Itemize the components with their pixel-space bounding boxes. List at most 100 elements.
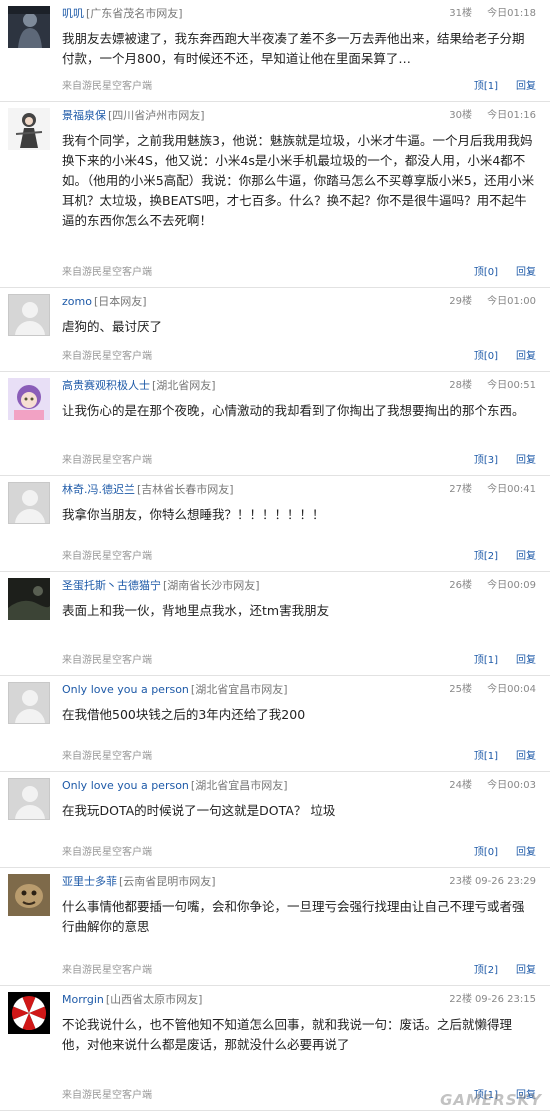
comment-footer: 来自游民星空客户端 顶[1] 回复 [62, 652, 536, 670]
avatar-image [8, 874, 50, 916]
comment-footer: 来自游民星空客户端 顶[2] 回复 [62, 548, 536, 566]
comment-time: 今日01:16 [487, 110, 536, 121]
avatar[interactable] [8, 294, 50, 336]
floor-number: 24楼 [449, 780, 472, 791]
floor-number: 25楼 [449, 684, 472, 695]
reply-button[interactable]: 回复 [516, 81, 536, 92]
floor-number: 22楼 [449, 994, 472, 1005]
user-location: [广东省茂名市网友] [86, 7, 183, 20]
avatar[interactable] [8, 578, 50, 620]
like-button[interactable]: 顶[2] [474, 965, 498, 976]
username-link[interactable]: 叽叽 [62, 7, 84, 20]
username-link[interactable]: zomo [62, 295, 92, 308]
like-button[interactable]: 顶[0] [474, 351, 498, 362]
floor-number: 23楼 [449, 876, 472, 887]
comment-time: 今日00:04 [487, 684, 536, 695]
username-link[interactable]: 亚里士多菲 [62, 875, 117, 888]
reply-button[interactable]: 回复 [516, 655, 536, 666]
watermark: GAMERSKY [440, 1091, 542, 1109]
floor-number: 26楼 [449, 580, 472, 591]
reply-button[interactable]: 回复 [516, 267, 536, 278]
user-location: [湖北省宜昌市网友] [190, 779, 288, 792]
comment-time: 今日00:41 [487, 484, 536, 495]
comment-footer: 来自游民星空客户端 顶[1] 回复 [62, 78, 536, 96]
like-button[interactable]: 顶[2] [474, 551, 498, 562]
comment-item: 林奇.冯.德迟兰 [吉林省长春市网友] 27楼 今日00:41 我拿你当朋友，你特么想睡… [0, 476, 550, 572]
comment-footer: 来自游民星空客户端 顶[0] 回复 [62, 264, 536, 282]
comment-item: 高贵赛观积极人士 [湖北省网友] 28楼 今日00:51 让我伤心的是在那个夜晚，心情激… [0, 372, 550, 476]
user-location: [四川省泸州市网友] [108, 109, 205, 122]
client-source: 来自游民星空客户端 [62, 551, 152, 562]
comment-item: 亚里士多菲 [云南省昆明市网友] 23楼 09-26 23:29 什么事情他都要插一句嘴… [0, 868, 550, 986]
comment-header: Morrgin [山西省太原市网友] [62, 991, 202, 1009]
reply-button[interactable]: 回复 [516, 351, 536, 362]
client-source: 来自游民星空客户端 [62, 847, 152, 858]
comment-item: 叽叽 [广东省茂名市网友] 31楼 今日01:18 我朋友去嫖被逮了，我东奔西跑大半夜凑… [0, 0, 550, 102]
avatar[interactable] [8, 378, 50, 420]
user-location: [山西省太原市网友] [105, 993, 203, 1006]
username-link[interactable]: 圣蛋托斯丶古德猫宁 [62, 579, 161, 592]
avatar[interactable] [8, 6, 50, 48]
comment-list: 叽叽 [广东省茂名市网友] 31楼 今日01:18 我朋友去嫖被逮了，我东奔西跑大半夜凑… [0, 0, 550, 1111]
client-source: 来自游民星空客户端 [62, 267, 152, 278]
avatar-image [8, 992, 50, 1034]
comment-footer: 来自游民星空客户端 顶[3] 回复 [62, 452, 536, 470]
comment-footer: 来自游民星空客户端 顶[0] 回复 [62, 348, 536, 366]
comment-header: 圣蛋托斯丶古德猫宁 [湖南省长沙市网友] [62, 577, 260, 595]
like-button[interactable]: 顶[0] [474, 847, 498, 858]
username-link[interactable]: Only love you a person [62, 779, 189, 792]
comment-item: zomo [日本网友] 29楼 今日01:00 虐狗的、最讨厌了 来自游民星空客户端 顶[0… [0, 288, 550, 372]
comment-text: 让我伤心的是在那个夜晚，心情激动的我却看到了你掏出了我想要掏出的那个东西。 [62, 403, 525, 418]
floor-number: 27楼 [449, 484, 472, 495]
reply-button[interactable]: 回复 [516, 847, 536, 858]
comment-header: 亚里士多菲 [云南省昆明市网友] [62, 873, 216, 891]
username-link[interactable]: Only love you a person [62, 683, 189, 696]
reply-button[interactable]: 回复 [516, 965, 536, 976]
username-link[interactable]: 高贵赛观积极人士 [62, 379, 150, 392]
like-button[interactable]: 顶[1] [474, 81, 498, 92]
avatar[interactable] [8, 992, 50, 1034]
comment-header: 高贵赛观积极人士 [湖北省网友] [62, 377, 216, 395]
like-button[interactable]: 顶[0] [474, 267, 498, 278]
like-button[interactable]: 顶[3] [474, 455, 498, 466]
username-link[interactable]: 林奇.冯.德迟兰 [62, 483, 135, 496]
like-button[interactable]: 顶[1] [474, 751, 498, 762]
user-location: [湖南省长沙市网友] [163, 579, 260, 592]
avatar[interactable] [8, 482, 50, 524]
client-source: 来自游民星空客户端 [62, 1090, 152, 1101]
comment-item: Only love you a person [湖北省宜昌市网友] 24楼 今日00:… [0, 772, 550, 868]
avatar-image [8, 6, 50, 48]
comment-footer: 来自游民星空客户端 顶[1] 回复 [62, 748, 536, 766]
comment-time: 今日01:00 [487, 296, 536, 307]
avatar[interactable] [8, 778, 50, 820]
comment-time: 今日00:09 [487, 580, 536, 591]
comment-time: 09-26 23:15 [474, 994, 536, 1005]
floor-number: 30楼 [449, 110, 472, 121]
comment-item: 圣蛋托斯丶古德猫宁 [湖南省长沙市网友] 26楼 今日00:09 表面上和我一伙，背地里… [0, 572, 550, 676]
user-location: [日本网友] [93, 295, 147, 308]
comment-text: 虐狗的、最讨厌了 [62, 319, 163, 334]
avatar[interactable] [8, 108, 50, 150]
reply-button[interactable]: 回复 [516, 455, 536, 466]
like-button[interactable]: 顶[1] [474, 655, 498, 666]
comment-footer: 来自游民星空客户端 顶[2] 回复 [62, 962, 536, 980]
comment-header: 叽叽 [广东省茂名市网友] [62, 5, 183, 23]
username-link[interactable]: Morrgin [62, 993, 104, 1006]
client-source: 来自游民星空客户端 [62, 455, 152, 466]
comment-text: 什么事情他都要插一句嘴，会和你争论，一旦理亏会强行找理由让自己不理亏或者强行曲解… [62, 899, 525, 934]
reply-button[interactable]: 回复 [516, 551, 536, 562]
comment-time: 今日01:18 [487, 8, 536, 19]
comment-text: 我拿你当朋友，你特么想睡我？！！！！！！！ [62, 507, 325, 522]
comment-header: zomo [日本网友] [62, 293, 147, 311]
comment-text: 不论我说什么，也不管他知不知道怎么回事，就和我说一句：废话。之后就懒得理他，对他… [62, 1017, 513, 1052]
comment-text: 我有个同学，之前我用魅族3，他说：魅族就是垃圾，小米才牛逼。一个月后我用我妈换下… [62, 133, 535, 228]
user-location: [吉林省长春市网友] [137, 483, 234, 496]
floor-number: 29楼 [449, 296, 472, 307]
reply-button[interactable]: 回复 [516, 751, 536, 762]
user-location: [云南省昆明市网友] [119, 875, 216, 888]
comment-text: 在我玩DOTA的时候说了一句这就是DOTA？ 垃圾 [62, 803, 336, 818]
avatar[interactable] [8, 874, 50, 916]
username-link[interactable]: 景福泉保 [62, 109, 106, 122]
client-source: 来自游民星空客户端 [62, 655, 152, 666]
avatar[interactable] [8, 682, 50, 724]
